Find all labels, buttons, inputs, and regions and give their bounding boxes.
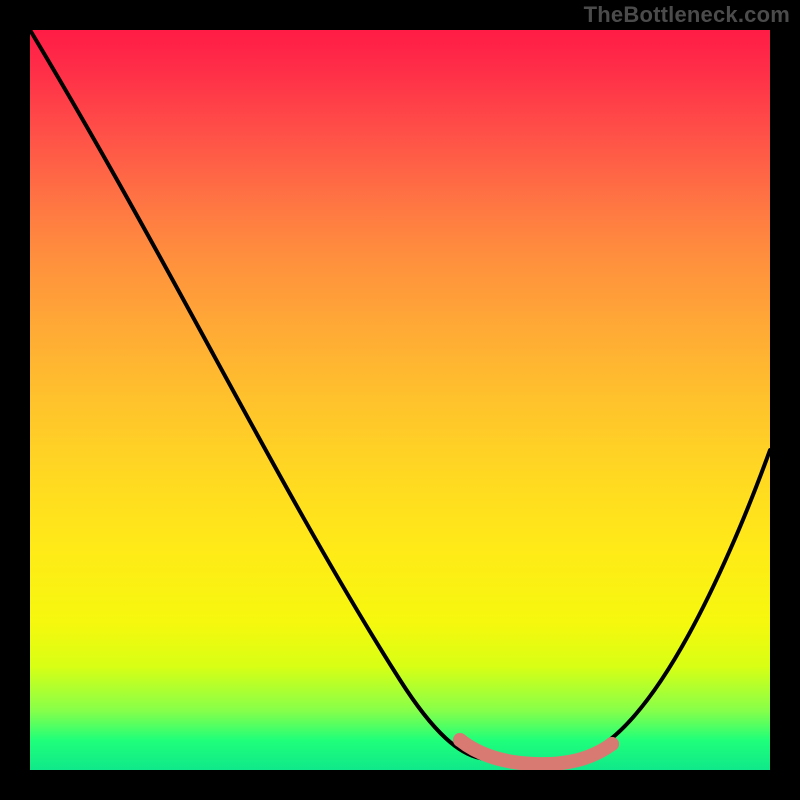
bottleneck-chart: TheBottleneck.com [0,0,800,800]
watermark-label: TheBottleneck.com [584,2,790,28]
highlight-end-dot [605,737,619,751]
plot-area [30,30,770,770]
highlight-band [460,740,612,764]
curve-layer [30,30,770,770]
bottleneck-curve [30,30,770,764]
highlight-start-dot [453,733,467,747]
